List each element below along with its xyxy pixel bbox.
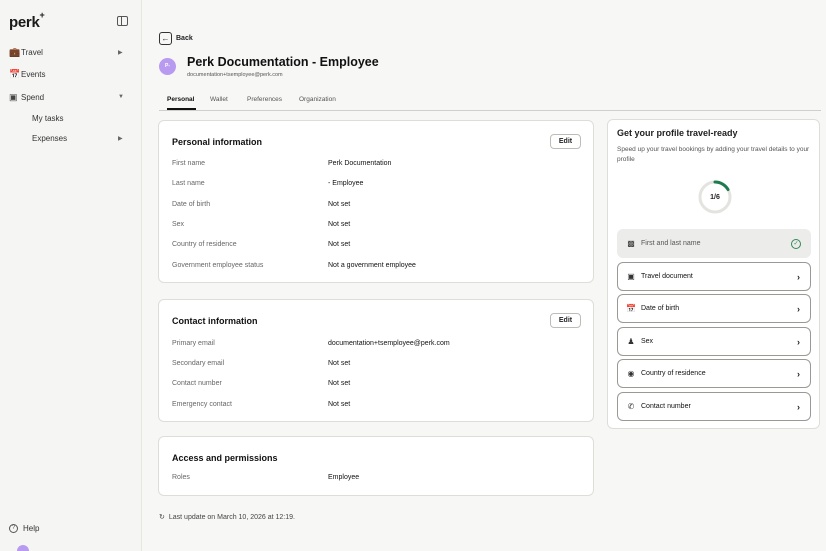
sidebar: perk+ 💼 Travel ▶ 📅 Events ▣ Spend ▼ My t…	[0, 0, 142, 551]
row-label: Roles	[172, 474, 190, 481]
row-label: Sex	[172, 221, 185, 228]
last-update-text: ↻ Last update on March 10, 2026 at 12:19…	[159, 513, 295, 522]
step-travel-document[interactable]: ▣ Travel document ›	[617, 262, 811, 291]
row-value: Not set	[328, 401, 351, 408]
profile-avatar[interactable]	[17, 545, 29, 551]
edit-personal-button[interactable]: Edit	[550, 134, 581, 149]
row-value: Employee	[328, 474, 360, 481]
active-tab-indicator	[167, 108, 196, 110]
refresh-icon: ↻	[159, 514, 165, 521]
id-card-icon: ▩	[627, 239, 635, 248]
row-label: Country of residence	[172, 241, 237, 248]
globe-icon: ◉	[627, 369, 635, 378]
tab-organization[interactable]: Organization	[299, 96, 336, 103]
row-value: - Employee	[328, 180, 364, 187]
row-value: Not set	[328, 241, 351, 248]
chevron-right-icon: ›	[797, 368, 800, 379]
back-button[interactable]: ← Back	[159, 31, 193, 45]
cash-icon: ▣	[9, 91, 18, 102]
sidebar-item-expenses[interactable]: Expenses ▶	[0, 129, 142, 147]
step-first-last-name[interactable]: ▩ First and last name ✓	[617, 229, 811, 258]
step-sex[interactable]: ♟ Sex ›	[617, 327, 811, 356]
phone-icon: ✆	[627, 402, 635, 411]
calendar-icon: 📅	[9, 68, 21, 79]
row-label: First name	[172, 160, 206, 167]
row-value: Not set	[328, 221, 351, 228]
step-contact-number[interactable]: ✆ Contact number ›	[617, 392, 811, 421]
sidebar-item-travel[interactable]: 💼 Travel ▶	[0, 43, 142, 61]
avatar: P-	[159, 58, 176, 75]
row-label: Primary email	[172, 340, 215, 347]
sidebar-item-my-tasks[interactable]: My tasks	[32, 114, 64, 123]
row-value: Not a government employee	[328, 262, 416, 269]
calendar-icon: 📅	[626, 304, 636, 313]
edit-contact-button[interactable]: Edit	[550, 313, 581, 328]
card-title: Personal information	[172, 137, 263, 147]
row-value: documentation+tsemployee@perk.com	[328, 340, 450, 347]
row-value: Not set	[328, 360, 351, 367]
row-value: Not set	[328, 201, 351, 208]
tab-personal[interactable]: Personal	[167, 96, 194, 103]
page-title: Perk Documentation - Employee	[187, 55, 379, 69]
sidebar-item-spend[interactable]: ▣ Spend ▼	[0, 88, 142, 106]
panel-description: Speed up your travel bookings by adding …	[617, 146, 810, 163]
user-email: documentation+tsemployee@perk.com	[187, 72, 283, 78]
tab-wallet[interactable]: Wallet	[210, 96, 228, 103]
caret-down-icon: ▼	[118, 94, 124, 100]
progress-text: 1/6	[710, 194, 720, 201]
row-label: Last name	[172, 180, 205, 187]
check-circle-icon: ✓	[791, 238, 801, 249]
personal-information-card: Personal information Edit First name Per…	[158, 120, 594, 283]
sidebar-item-help[interactable]: ? Help	[9, 524, 39, 533]
chevron-right-icon: ›	[797, 271, 800, 282]
collapse-sidebar-icon[interactable]	[117, 16, 128, 26]
card-title: Access and permissions	[172, 453, 278, 463]
row-label: Emergency contact	[172, 401, 232, 408]
card-title: Contact information	[172, 316, 258, 326]
tab-bar: Personal Wallet Preferences Organization	[159, 93, 821, 111]
perk-logo[interactable]: perk+	[9, 10, 45, 31]
passport-icon: ▣	[627, 272, 635, 281]
chevron-right-icon: ›	[797, 401, 800, 412]
caret-right-icon: ▶	[118, 135, 123, 142]
row-label: Secondary email	[172, 360, 225, 367]
tab-preferences[interactable]: Preferences	[247, 96, 282, 103]
row-label: Government employee status	[172, 262, 264, 269]
panel-title: Get your profile travel-ready	[617, 128, 738, 138]
caret-right-icon: ▶	[118, 49, 123, 56]
row-label: Date of birth	[172, 201, 211, 208]
access-permissions-card: Access and permissions Roles Employee	[158, 436, 594, 496]
arrow-left-icon: ←	[159, 31, 172, 45]
person-icon: ♟	[627, 337, 635, 346]
sidebar-item-events[interactable]: 📅 Events	[0, 65, 142, 83]
step-date-of-birth[interactable]: 📅 Date of birth ›	[617, 294, 811, 323]
briefcase-icon: 💼	[9, 46, 21, 57]
chevron-right-icon: ›	[797, 336, 800, 347]
row-value: Not set	[328, 380, 351, 387]
step-country-of-residence[interactable]: ◉ Country of residence ›	[617, 359, 811, 388]
contact-information-card: Contact information Edit Primary email d…	[158, 299, 594, 422]
row-value: Perk Documentation	[328, 160, 392, 167]
row-label: Contact number	[172, 380, 222, 387]
help-icon: ?	[9, 524, 18, 533]
chevron-right-icon: ›	[797, 303, 800, 314]
